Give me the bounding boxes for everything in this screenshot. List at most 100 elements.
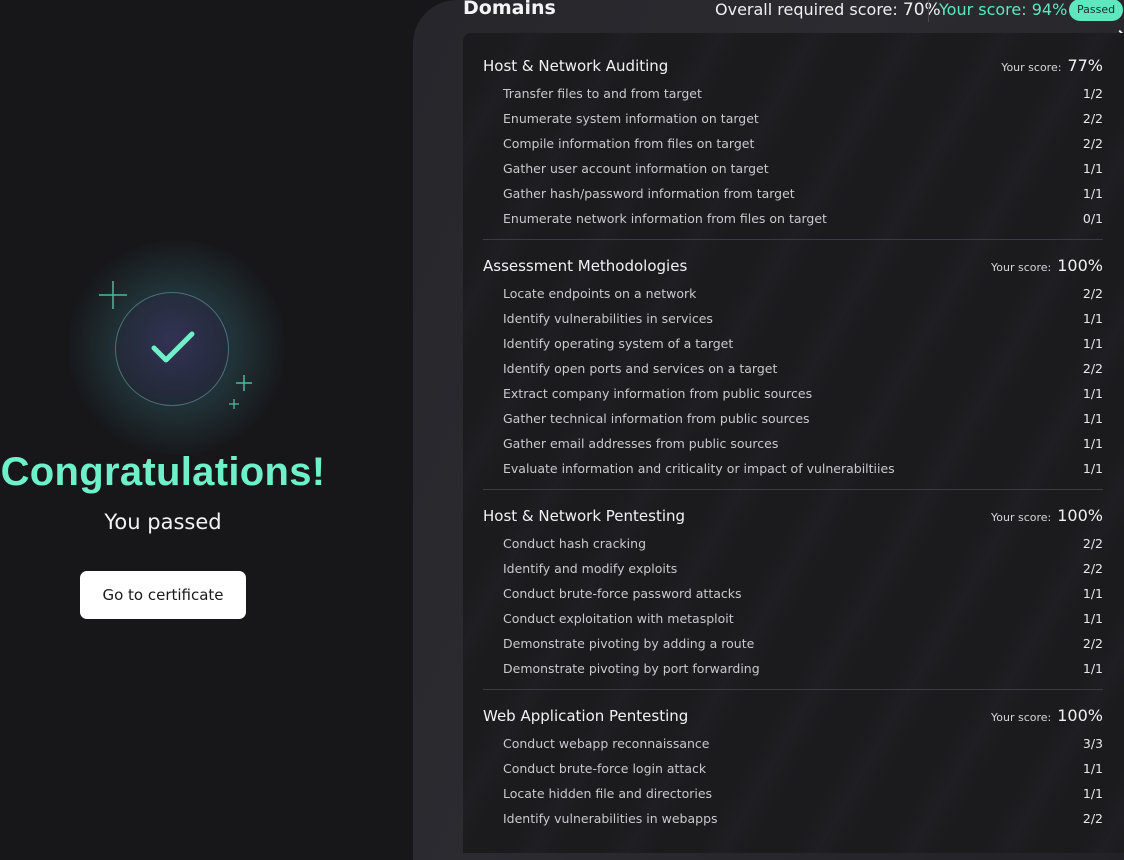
item-name: Compile information from files on target [503,136,755,151]
item-name: Conduct brute-force login attack [503,761,707,776]
item-value: 2/2 [1082,361,1103,376]
domain-score-label: Your score: [991,711,1052,724]
header-divider [928,0,929,22]
item-value: 2/2 [1082,561,1103,576]
item-name: Extract company information from public … [503,386,813,401]
domain-item: Gather technical information from public… [483,405,1103,430]
domain-score-label: Your score: [991,511,1052,524]
domain-item: Identify and modify exploits 2/2 [483,555,1103,580]
item-value: 2/2 [1082,136,1103,151]
domain-score: Your score: 100% [991,506,1103,525]
overall-your-score: Your score: 94% [939,0,1067,19]
item-name: Identify open ports and services on a ta… [503,361,778,376]
domain-score-value: 77% [1067,56,1103,75]
domain-section: Assessment Methodologies Your score: 100%… [483,250,1103,490]
domain-score: Your score: 77% [1001,56,1103,75]
domain-item: Conduct brute-force login attack 1/1 [483,755,1103,780]
item-value: 1/1 [1082,761,1103,776]
domain-item: Demonstrate pivoting by adding a route 2/… [483,630,1103,655]
item-value: 2/2 [1082,811,1103,826]
item-value: 1/1 [1082,436,1103,451]
section-divider [483,689,1103,690]
your-score-label: Your score: [939,0,1027,19]
domain-item: Locate hidden file and directories 1/1 [483,780,1103,805]
item-name: Conduct brute-force password attacks [503,586,742,601]
item-value: 1/1 [1082,661,1103,676]
required-score-label: Overall required score: [715,0,898,19]
domain-item: Locate endpoints on a network 2/2 [483,280,1103,305]
domain-name: Host & Network Pentesting [483,507,686,525]
domain-header: Host & Network Auditing Your score: 77% [483,50,1103,80]
item-name: Evaluate information and criticality or … [503,461,895,476]
congrats-title: Congratulations! [0,450,326,494]
item-value: 1/2 [1082,86,1103,101]
domain-item: Demonstrate pivoting by port forwarding 1… [483,655,1103,680]
status-badge: Passed [1069,0,1124,21]
item-value: 1/1 [1082,611,1103,626]
domain-item: Transfer files to and from target 1/2 [483,80,1103,105]
sparkle-icon [99,281,127,309]
domain-header: Host & Network Pentesting Your score: 100… [483,500,1103,530]
domain-item: Conduct webapp reconnaissance 3/3 [483,730,1103,755]
item-value: 0/1 [1082,211,1103,226]
section-divider [483,239,1103,240]
item-value: 3/3 [1082,736,1103,751]
item-value: 1/1 [1082,186,1103,201]
domain-score: Your score: 100% [991,256,1103,275]
item-value: 1/1 [1082,161,1103,176]
item-value: 1/1 [1082,311,1103,326]
panel-title: Domains [463,0,556,19]
item-name: Conduct exploitation with metasploit [503,611,734,626]
go-to-certificate-button[interactable]: Go to certificate [80,571,246,619]
domain-item: Gather hash/password information from ta… [483,180,1103,205]
item-value: 1/1 [1082,586,1103,601]
item-value: 2/2 [1082,636,1103,651]
domain-section: Host & Network Pentesting Your score: 100… [483,500,1103,690]
passed-subtitle: You passed [104,510,222,534]
item-name: Identify vulnerabilities in webapps [503,811,718,826]
item-name: Identify vulnerabilities in services [503,311,713,326]
item-name: Demonstrate pivoting by adding a route [503,636,755,651]
item-value: 2/2 [1082,286,1103,301]
item-name: Conduct hash cracking [503,536,647,551]
item-name: Enumerate network information from files… [503,211,827,226]
sparkle-icon [236,375,252,391]
item-name: Conduct webapp reconnaissance [503,736,710,751]
domain-header: Web Application Pentesting Your score: 10… [483,700,1103,730]
domain-score-value: 100% [1057,706,1103,725]
sparkle-icon [229,399,239,409]
item-value: 1/1 [1082,411,1103,426]
domain-item: Extract company information from public … [483,380,1103,405]
domain-section: Web Application Pentesting Your score: 10… [483,700,1103,830]
item-name: Locate hidden file and directories [503,786,713,801]
item-name: Demonstrate pivoting by port forwarding [503,661,760,676]
domain-item: Gather email addresses from public sourc… [483,430,1103,455]
item-value: 1/1 [1082,461,1103,476]
item-name: Gather user account information on targe… [503,161,769,176]
item-value: 1/1 [1082,336,1103,351]
item-name: Identify operating system of a target [503,336,734,351]
domain-item: Compile information from files on target… [483,130,1103,155]
domain-item: Conduct hash cracking 2/2 [483,530,1103,555]
item-name: Locate endpoints on a network [503,286,697,301]
domain-name: Host & Network Auditing [483,57,669,75]
your-score-value: 94% [1031,0,1068,19]
domain-item: Gather user account information on targe… [483,155,1103,180]
domain-score-value: 100% [1057,506,1103,525]
required-score: Overall required score: 70% [715,0,941,20]
item-value: 1/1 [1082,386,1103,401]
required-score-value: 70% [902,0,941,20]
check-icon [151,331,195,363]
item-name: Gather email addresses from public sourc… [503,436,779,451]
domain-item: Conduct brute-force password attacks 1/1 [483,580,1103,605]
item-name: Identify and modify exploits [503,561,678,576]
domain-item: Conduct exploitation with metasploit 1/1 [483,605,1103,630]
domain-header: Assessment Methodologies Your score: 100% [483,250,1103,280]
domain-item: Evaluate information and criticality or … [483,455,1103,480]
domain-item: Identify operating system of a target 1/1 [483,330,1103,355]
domain-item: Identify vulnerabilities in webapps 2/2 [483,805,1103,830]
domain-name: Web Application Pentesting [483,707,689,725]
domain-score: Your score: 100% [991,706,1103,725]
item-value: 1/1 [1082,786,1103,801]
domain-item: Identify open ports and services on a ta… [483,355,1103,380]
